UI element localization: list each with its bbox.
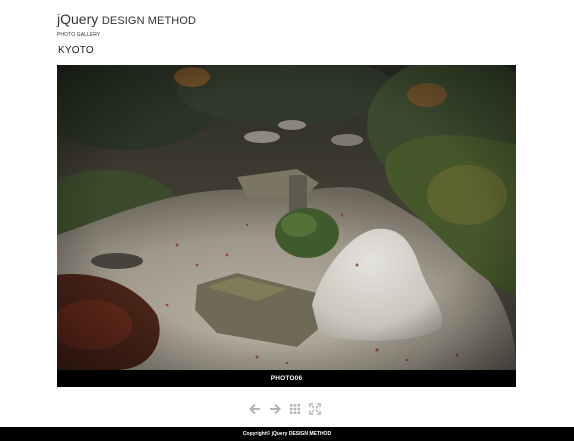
prev-button[interactable] xyxy=(248,402,262,416)
brand-script: jQuery xyxy=(57,11,99,27)
photo-caption: PHOTO06 xyxy=(57,370,516,387)
fullscreen-icon xyxy=(309,403,321,415)
brand-rest: DESIGN METHOD xyxy=(101,15,197,27)
gallery-controls xyxy=(248,402,328,416)
photo-viewer: PHOTO06 xyxy=(57,65,516,387)
next-button[interactable] xyxy=(268,402,282,416)
arrow-left-icon xyxy=(249,403,260,415)
copyright-text: Copyright© jQuery DESIGN METHOD xyxy=(242,431,332,437)
site-subtitle: PHOTO GALLERY xyxy=(57,32,101,38)
site-title[interactable]: jQuery DESIGN METHOD xyxy=(57,12,196,29)
site-footer: Copyright© jQuery DESIGN METHOD xyxy=(0,427,574,441)
album-title: KYOTO xyxy=(58,45,94,56)
grid-icon xyxy=(290,404,300,414)
gallery-photo[interactable] xyxy=(57,65,516,370)
thumbnail-grid-button[interactable] xyxy=(288,402,302,416)
arrow-right-icon xyxy=(270,403,281,415)
site-brand[interactable]: jQuery DESIGN METHOD PHOTO GALLERY xyxy=(57,12,196,39)
page: jQuery DESIGN METHOD PHOTO GALLERY KYOTO xyxy=(0,0,574,441)
fullscreen-button[interactable] xyxy=(308,402,322,416)
